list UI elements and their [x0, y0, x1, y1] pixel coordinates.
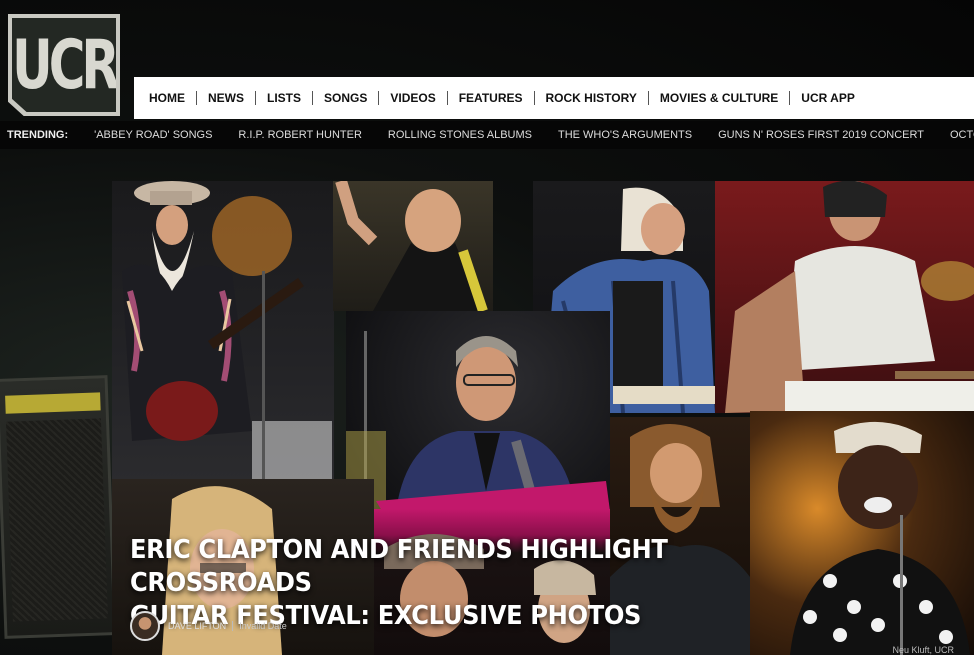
amplifier-graphic: [0, 375, 117, 639]
photo-sleeveless-guitarist[interactable]: [715, 181, 974, 413]
trending-link[interactable]: 'ABBEY ROAD' SONGS: [81, 129, 225, 141]
main-nav: HOME NEWS LISTS SONGS VIDEOS FEATURES RO…: [134, 77, 974, 119]
nav-rock-history[interactable]: ROCK HISTORY: [535, 91, 648, 105]
ucr-logo[interactable]: UCR: [8, 14, 120, 116]
byline: DAVE LIFTON Invalid Date: [130, 611, 287, 641]
nav-songs[interactable]: SONGS: [313, 91, 378, 105]
logo-text: UCR: [12, 25, 116, 105]
trending-link[interactable]: ROLLING STONES ALBUMS: [375, 129, 545, 141]
nav-features[interactable]: FEATURES: [448, 91, 534, 105]
photo-bearded-guitarist[interactable]: [112, 181, 334, 481]
trending-link[interactable]: THE WHO'S ARGUMENTS: [545, 129, 705, 141]
trending-link[interactable]: OCTOBER NEW MUSIC: [937, 129, 974, 141]
publish-date: Invalid Date: [239, 621, 287, 631]
nav-home[interactable]: HOME: [138, 91, 196, 105]
nav-lists[interactable]: LISTS: [256, 91, 312, 105]
photo-credit: Neu Kluft, UCR: [892, 645, 954, 655]
trending-link[interactable]: R.I.P. ROBERT HUNTER: [225, 129, 374, 141]
hero-collage[interactable]: ERIC CLAPTON AND FRIENDS HIGHLIGHT CROSS…: [0, 149, 974, 655]
trending-label: TRENDING:: [7, 129, 69, 141]
author-name[interactable]: DAVE LIFTON: [168, 621, 226, 631]
trending-bar: TRENDING: 'ABBEY ROAD' SONGS R.I.P. ROBE…: [0, 121, 974, 149]
photo-eric-clapton[interactable]: [346, 311, 610, 511]
page: ERIC CLAPTON AND FRIENDS HIGHLIGHT CROSS…: [0, 0, 974, 655]
nav-videos[interactable]: VIDEOS: [379, 91, 446, 105]
nav-news[interactable]: NEWS: [197, 91, 255, 105]
nav-movies-culture[interactable]: MOVIES & CULTURE: [649, 91, 789, 105]
author-avatar[interactable]: [130, 611, 160, 641]
byline-separator: [232, 621, 234, 631]
trending-link[interactable]: GUNS N' ROSES FIRST 2019 CONCERT: [705, 129, 937, 141]
photo-smiling-guitarist[interactable]: [333, 181, 493, 311]
headline-line-1[interactable]: ERIC CLAPTON AND FRIENDS HIGHLIGHT CROSS…: [130, 534, 837, 600]
nav-ucr-app[interactable]: UCR APP: [790, 91, 866, 105]
